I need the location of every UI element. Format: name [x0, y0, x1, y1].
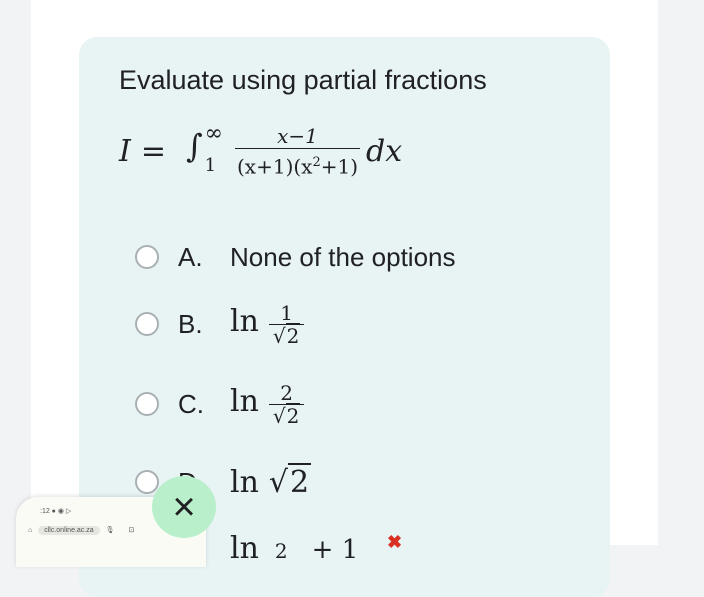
option-a[interactable]: A. None of the options	[135, 237, 456, 277]
integral-symbol-group: ∫ ∞ 1	[186, 121, 223, 176]
tabs-icon[interactable]: ⊡	[129, 526, 135, 534]
radicand: 2	[285, 402, 301, 428]
close-button[interactable]: ×	[152, 476, 216, 538]
radio-button[interactable]	[135, 392, 159, 416]
denominator-exponent: 2	[312, 154, 321, 170]
page: Evaluate using partial fractions I = ∫ ∞…	[31, 0, 658, 597]
option-fraction: 2	[269, 540, 294, 562]
integrand-fraction: x−1 (x+1)(x2+1)	[235, 123, 361, 179]
question-title: Evaluate using partial fractions	[119, 65, 487, 95]
integral-symbol: ∫	[186, 127, 203, 165]
option-math: ln √2	[230, 462, 312, 500]
ln-function: ln	[230, 304, 259, 339]
radicand: 2	[285, 322, 301, 348]
option-fraction: 1 √2	[268, 300, 305, 348]
integral-formula: I = ∫ ∞ 1 x−1 (x+1)(x2+1) dx	[119, 121, 402, 181]
close-icon: ×	[172, 485, 196, 529]
equals-sign: =	[140, 133, 166, 169]
sqrt-icon: √	[272, 403, 286, 428]
mic-icon[interactable]: 🎙	[106, 526, 115, 534]
sqrt-icon: √	[272, 323, 286, 348]
option-tail: + 1	[311, 534, 359, 565]
ln-function: ln	[230, 530, 259, 566]
option-c[interactable]: C. ln 2 √2	[135, 378, 305, 430]
denominator-part: (x+1)(x	[237, 154, 313, 179]
radio-button[interactable]	[135, 312, 159, 336]
option-b[interactable]: B. ln 1 √2	[135, 298, 305, 350]
wrong-answer-icon: ✖	[387, 532, 403, 552]
integrand-numerator: x−1	[277, 123, 318, 148]
fraction-numerator: 2	[274, 538, 288, 563]
url-field[interactable]: cllc.online.ac.za	[38, 525, 100, 535]
radio-button[interactable]	[135, 245, 159, 269]
radicand: 2	[288, 462, 312, 500]
ln-function: ln	[230, 464, 259, 500]
sqrt-icon: √	[268, 464, 289, 500]
fraction-denominator: √2	[268, 322, 305, 348]
differential: dx	[366, 133, 403, 169]
option-letter: B.	[178, 308, 203, 339]
denominator-part: +1)	[320, 154, 359, 179]
integrand-denominator: (x+1)(x2+1)	[235, 147, 361, 179]
status-bar: :12 ● ◉ ▷	[40, 508, 72, 515]
option-math: ln 2 √2	[230, 380, 305, 428]
home-icon[interactable]: ⌂	[28, 527, 32, 534]
fraction-numerator: 1	[280, 300, 294, 325]
upper-limit: ∞	[204, 121, 223, 146]
option-fraction: 2 √2	[268, 380, 305, 428]
fraction-numerator: 2	[280, 380, 294, 405]
fraction-denominator: √2	[268, 402, 305, 428]
option-letter: C.	[178, 388, 204, 419]
option-letter: A.	[178, 241, 203, 272]
ln-function: ln	[230, 384, 259, 419]
integral-limits: ∞ 1	[204, 121, 223, 176]
option-math: ln 2 + 1	[230, 531, 358, 566]
option-text: None of the options	[230, 241, 456, 272]
option-math: ln 1 √2	[230, 300, 305, 348]
integral-lhs: I	[119, 133, 131, 169]
lower-limit: 1	[204, 155, 217, 176]
